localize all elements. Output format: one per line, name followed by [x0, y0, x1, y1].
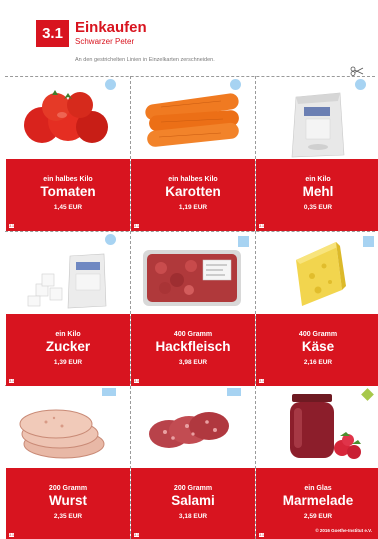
- worksheet-subtitle: Schwarzer Peter: [75, 37, 135, 46]
- card-product-name: Zucker: [45, 339, 91, 354]
- card-price: 1,39 EUR: [53, 359, 83, 366]
- card-number: 3.1: [258, 223, 265, 229]
- card-price: 0,35 EUR: [303, 204, 333, 211]
- card-product-name: Hackfleisch: [155, 339, 231, 354]
- card-number: 3.1: [8, 532, 15, 538]
- card-number: 3.1: [8, 378, 15, 384]
- card-number: 3.1: [133, 223, 140, 229]
- copyright-notice: © 2016 Goethe-Institut e.V.: [315, 528, 372, 533]
- marker-square: [363, 236, 374, 247]
- card-price-band: ein halbes Kilo Karotten 1,19 EUR 3.1: [131, 159, 255, 231]
- worksheet-page: 3.1 Einkaufen Schwarzer Peter An den ges…: [0, 0, 378, 539]
- card-quantity: 400 Gramm: [173, 331, 213, 338]
- marker-rectangle: [102, 388, 116, 396]
- jam-jar-image: [290, 394, 361, 459]
- card-number: 3.1: [258, 532, 265, 538]
- card-price-band: 400 Gramm Käse 2,16 EUR 3.1: [256, 314, 378, 386]
- card-number: 3.1: [133, 378, 140, 384]
- card-number: 3.1: [133, 532, 140, 538]
- chapter-badge: 3.1: [36, 20, 69, 47]
- card-price: 1,19 EUR: [178, 204, 208, 211]
- scissors-icon: [350, 66, 364, 76]
- card-price-band: ein Glas Marmelade 2,59 EUR 3.1 © 2016 G…: [256, 468, 378, 539]
- card-marmelade: ein Glas Marmelade 2,59 EUR 3.1 © 2016 G…: [256, 386, 378, 539]
- card-tomaten: ein halbes Kilo Tomaten 1,45 EUR 3.1: [6, 77, 130, 231]
- marker-rectangle: [227, 388, 241, 396]
- marker-circle: [105, 79, 116, 90]
- card-price-band: ein Kilo Mehl 0,35 EUR 3.1: [256, 159, 378, 231]
- card-quantity: 200 Gramm: [48, 485, 88, 492]
- card-product-name: Karotten: [165, 184, 221, 199]
- card-wurst: 200 Gramm Wurst 2,35 EUR 3.1: [6, 386, 130, 539]
- card-quantity: 200 Gramm: [173, 485, 213, 492]
- sausage-slices-image: [19, 409, 105, 459]
- card-product-name: Käse: [301, 339, 335, 354]
- marker-circle: [105, 234, 116, 245]
- card-price: 3,98 EUR: [178, 359, 208, 366]
- card-salami: 200 Gramm Salami 3,18 EUR 3.1: [131, 386, 255, 539]
- worksheet-title: Einkaufen: [75, 19, 147, 36]
- card-hackfleisch: 400 Gramm Hackfleisch 3,98 EUR 3.1: [131, 232, 255, 386]
- card-price: 2,59 EUR: [303, 513, 333, 520]
- marker-circle: [355, 79, 366, 90]
- card-quantity: ein halbes Kilo: [168, 176, 218, 183]
- card-karotten: ein halbes Kilo Karotten 1,19 EUR 3.1: [131, 77, 255, 231]
- card-price-band: ein Kilo Zucker 1,39 EUR 3.1: [6, 314, 130, 386]
- card-zucker: ein Kilo Zucker 1,39 EUR 3.1: [6, 232, 130, 386]
- card-product-name: Wurst: [48, 493, 87, 508]
- card-product-name: Mehl: [302, 184, 334, 199]
- card-product-name: Marmelade: [282, 493, 354, 508]
- card-price: 1,45 EUR: [53, 204, 83, 211]
- card-price-band: 200 Gramm Salami 3,18 EUR 3.1: [131, 468, 255, 539]
- card-price-band: 400 Gramm Hackfleisch 3,98 EUR 3.1: [131, 314, 255, 386]
- card-price: 2,35 EUR: [53, 513, 83, 520]
- worksheet-header: 3.1 Einkaufen Schwarzer Peter An den ges…: [0, 0, 378, 76]
- card-kaese: 400 Gramm Käse 2,16 EUR 3.1: [256, 232, 378, 386]
- cut-instruction: An den gestrichelten Linien in Einzelkar…: [75, 57, 215, 63]
- card-price: 3,18 EUR: [178, 513, 208, 520]
- card-quantity: ein halbes Kilo: [43, 176, 93, 183]
- card-price-band: 200 Gramm Wurst 2,35 EUR 3.1: [6, 468, 130, 539]
- card-quantity: ein Kilo: [55, 331, 81, 338]
- card-number: 3.1: [8, 223, 15, 229]
- card-price: 2,16 EUR: [303, 359, 333, 366]
- card-product-name: Salami: [171, 493, 215, 508]
- card-quantity: ein Kilo: [305, 176, 331, 183]
- card-product-name: Tomaten: [40, 184, 96, 199]
- card-quantity: 400 Gramm: [298, 331, 338, 338]
- marker-circle: [230, 79, 241, 90]
- card-price-band: ein halbes Kilo Tomaten 1,45 EUR 3.1: [6, 159, 130, 231]
- card-quantity: ein Glas: [304, 485, 332, 492]
- minced-meat-image: [143, 250, 241, 306]
- salami-image: [149, 412, 229, 448]
- card-mehl: ein Kilo Mehl 0,35 EUR 3.1: [256, 77, 378, 231]
- marker-square: [238, 236, 249, 247]
- cheese-image: [296, 242, 346, 306]
- card-number: 3.1: [258, 378, 265, 384]
